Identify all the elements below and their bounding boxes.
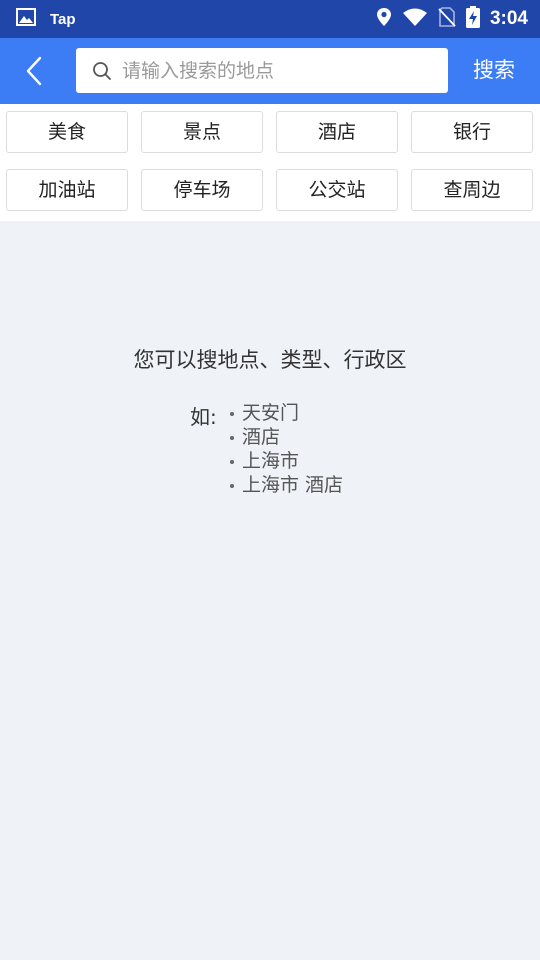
search-box[interactable] [76, 48, 448, 93]
search-hint-title: 您可以搜地点、类型、行政区 [133, 348, 407, 372]
category-panel: 美食 景点 酒店 银行 加油站 停车场 公交站 查周边 [0, 104, 540, 221]
search-button[interactable]: 搜索 [458, 48, 530, 93]
image-icon [16, 8, 36, 30]
search-icon [92, 61, 112, 85]
back-button[interactable] [18, 54, 54, 88]
list-item: 天安门 [228, 401, 343, 425]
category-gas-station-button[interactable]: 加油站 [6, 169, 128, 211]
status-bar-right: 3:04 [366, 0, 528, 38]
category-bank-button[interactable]: 银行 [411, 111, 533, 153]
bullet-icon [230, 459, 234, 464]
list-item: 上海市 [228, 449, 343, 473]
category-bus-stop-button[interactable]: 公交站 [276, 169, 398, 211]
example-text: 酒店 [242, 426, 281, 448]
example-text: 上海市 [242, 450, 300, 472]
bullet-icon [230, 435, 234, 440]
list-item: 酒店 [228, 425, 343, 449]
status-app-name: Tap [50, 10, 76, 28]
status-bar-left: Tap [16, 0, 76, 38]
category-parking-button[interactable]: 停车场 [141, 169, 263, 211]
wifi-icon [392, 7, 428, 31]
category-food-button[interactable]: 美食 [6, 111, 128, 153]
example-text: 天安门 [242, 402, 300, 424]
bullet-icon [230, 483, 234, 488]
category-scenic-button[interactable]: 景点 [141, 111, 263, 153]
list-item: 上海市 酒店 [228, 473, 343, 497]
app-bar: 搜索 [0, 38, 540, 104]
location-icon [366, 7, 392, 31]
examples-prefix: 如: [190, 405, 217, 429]
bullet-icon [230, 411, 234, 416]
category-nearby-button[interactable]: 查周边 [411, 169, 533, 211]
category-hotel-button[interactable]: 酒店 [276, 111, 398, 153]
example-text: 上海市 酒店 [242, 474, 344, 496]
battery-charging-icon [456, 6, 480, 32]
status-bar: Tap 3:04 [0, 0, 540, 38]
status-time: 3:04 [489, 8, 528, 29]
chevron-left-icon [26, 56, 42, 86]
no-sim-icon [428, 7, 456, 31]
examples-list: 天安门 酒店 上海市 上海市 酒店 [228, 401, 343, 497]
search-input[interactable] [122, 48, 432, 93]
